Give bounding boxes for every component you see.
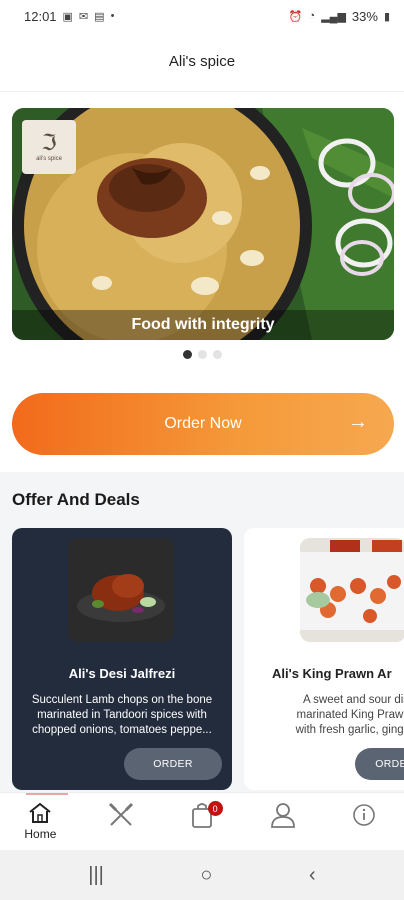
- deal-description-line: A sweet and sour dis: [302, 694, 404, 706]
- deal-description: A sweet and sour dis marinated King Praw…: [256, 693, 404, 738]
- status-time: 12:01: [24, 8, 57, 24]
- status-bar: 12:01 ▣ ✉ ▤ • ⏰ ◔ ▂▄▆ 33% ▮: [0, 0, 404, 32]
- mail-notification-icon: ✉: [78, 10, 89, 23]
- signal-icon: ▂▄▆: [321, 10, 346, 23]
- deal-description-line: marinated King Prawns: [296, 709, 404, 721]
- carousel-dot[interactable]: [212, 350, 222, 359]
- fork-knife-icon: [109, 802, 134, 826]
- deal-image: [68, 538, 174, 642]
- back-icon[interactable]: ‹: [309, 864, 316, 887]
- home-icon: [29, 802, 52, 823]
- restaurant-logo: ℑ ali's spice: [22, 120, 76, 174]
- deal-description-line: marinated in Tandoori spices with: [37, 709, 207, 721]
- logo-mark-icon: ℑ: [41, 130, 57, 155]
- nav-info[interactable]: [323, 793, 404, 851]
- cart-count-badge: 0: [207, 801, 223, 816]
- banner-caption: Food with integrity: [12, 310, 394, 340]
- deal-description-line: with fresh garlic, ginger,: [295, 724, 404, 736]
- nav-home[interactable]: Home: [0, 793, 81, 851]
- hero-banner[interactable]: ℑ ali's spice Food with integrity: [12, 108, 394, 340]
- status-left: 12:01 ▣ ✉ ▤ •: [24, 9, 114, 24]
- user-icon: [270, 803, 295, 828]
- gallery-notification-icon: ▣: [62, 10, 73, 23]
- home-circle-icon[interactable]: ○: [200, 864, 212, 887]
- deal-order-button[interactable]: ORDER: [124, 748, 222, 780]
- deal-order-button[interactable]: ORDER: [355, 748, 404, 780]
- nav-home-label: Home: [24, 827, 57, 841]
- info-icon: [352, 804, 375, 826]
- banner-caption-text: Food with integrity: [131, 316, 275, 333]
- deal-image: [300, 538, 404, 642]
- carousel-dot[interactable]: [197, 350, 207, 359]
- nav-menu[interactable]: [81, 793, 162, 851]
- status-right: ⏰ ◔ ▂▄▆ 33% ▮: [289, 9, 390, 24]
- deal-card[interactable]: Ali's King Prawn Ar A sweet and sour dis…: [244, 528, 404, 790]
- deal-name: Ali's Desi Jalfrezi: [68, 666, 176, 681]
- system-nav-bar: ||| ○ ‹: [0, 850, 404, 900]
- logo-text: ali's spice: [36, 156, 62, 162]
- app-notification-icon: ▤: [94, 10, 105, 23]
- offers-title: Offer And Deals: [12, 490, 140, 509]
- deal-description: Succulent Lamb chops on the bone marinat…: [20, 693, 224, 738]
- page-title: Ali's spice: [168, 53, 236, 70]
- bottom-nav: Home 0: [0, 792, 404, 850]
- battery-icon: ▮: [383, 10, 390, 23]
- app-header: Ali's spice: [0, 32, 404, 92]
- carousel-dot[interactable]: [182, 350, 192, 359]
- deal-card[interactable]: Ali's Desi Jalfrezi Succulent Lamb chops…: [12, 528, 232, 790]
- order-now-button[interactable]: Order Now →: [12, 393, 394, 455]
- more-notifications-icon: •: [110, 10, 115, 22]
- nav-cart[interactable]: 0: [162, 793, 243, 851]
- recent-apps-icon[interactable]: |||: [88, 864, 104, 887]
- deal-name: Ali's King Prawn Ar: [272, 666, 392, 681]
- deal-description-line: chopped onions, tomatoes peppe...: [32, 724, 212, 736]
- arrow-right-icon: →: [348, 411, 368, 433]
- battery-level: 33%: [351, 8, 378, 24]
- carousel-indicator: [0, 350, 404, 359]
- nav-profile[interactable]: [242, 793, 323, 851]
- offers-section: Offer And Deals Ali's Desi Jalfrezi Succ…: [0, 472, 404, 792]
- deal-description-line: Succulent Lamb chops on the bone: [31, 694, 213, 706]
- order-now-label: Order Now: [164, 415, 242, 432]
- alarm-icon: ⏰: [288, 10, 303, 23]
- wifi-icon: ◔: [308, 10, 316, 22]
